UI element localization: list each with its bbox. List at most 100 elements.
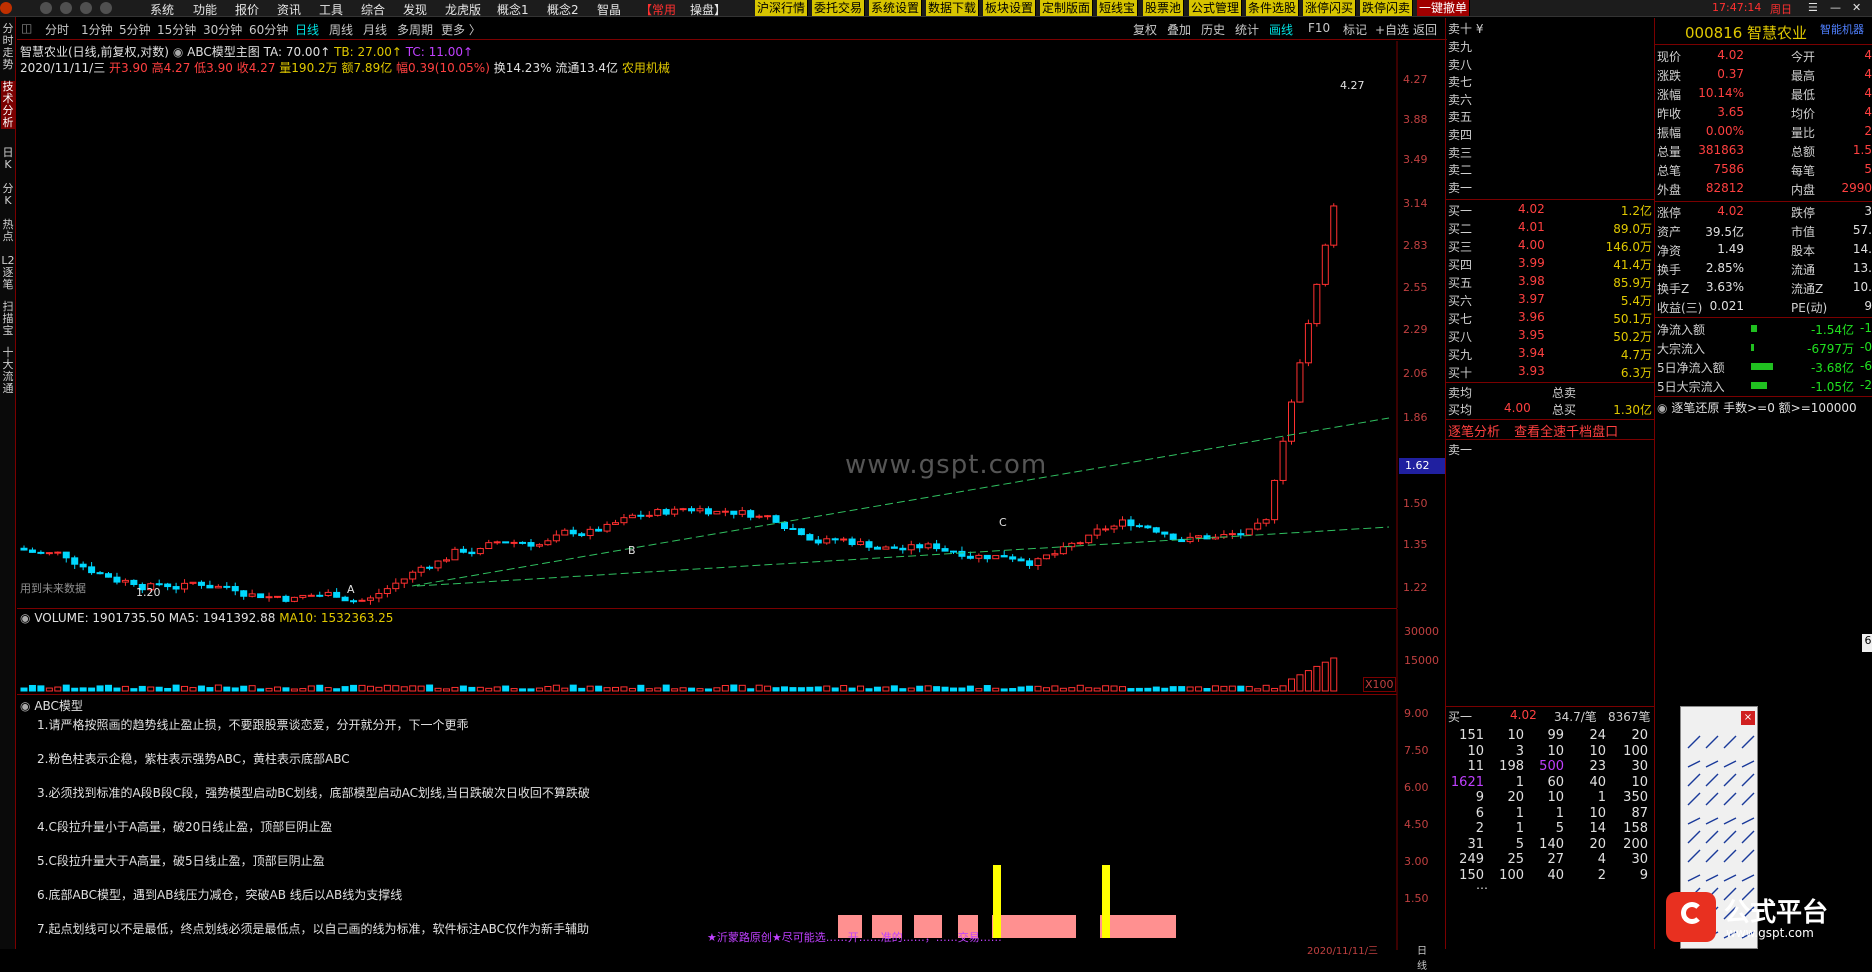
draw-tool-icon	[1723, 792, 1737, 806]
tool-draw[interactable]: 画线	[1269, 21, 1293, 38]
tool-overlay[interactable]: 叠加	[1167, 21, 1191, 38]
btn-formula-manage[interactable]: 公式管理	[1189, 0, 1243, 16]
volume-panel[interactable]: ◉ VOLUME: 1901735.50 MA5: 1941392.88 MA1…	[17, 608, 1439, 695]
menu-dragon-tiger[interactable]: 龙虎版	[445, 1, 481, 18]
layout-icon[interactable]: ◫	[21, 21, 32, 35]
minimize-icon[interactable]: —	[1830, 1, 1841, 14]
btn-cancel-all[interactable]: 一键撤单	[1417, 0, 1471, 16]
tf-weekly[interactable]: 周线	[329, 21, 353, 38]
sell-row[interactable]: 卖五	[1448, 108, 1654, 125]
candle-body	[426, 566, 434, 569]
menu-zhijing[interactable]: 智晶	[597, 1, 621, 18]
tf-monthly[interactable]: 月线	[363, 21, 387, 38]
btn-settings[interactable]: 系统设置	[869, 0, 923, 16]
tool-mark[interactable]: 标记	[1343, 21, 1367, 38]
tab-tick-analysis[interactable]: 逐笔分析	[1448, 425, 1500, 440]
logo-text: 公式平台	[1724, 898, 1829, 928]
menu-function[interactable]: 功能	[193, 1, 217, 18]
toolbox-close-button[interactable]: ×	[1741, 711, 1755, 725]
sell-row[interactable]: 卖二	[1448, 161, 1654, 178]
buy-row[interactable]: 买九 3.94 4.7万	[1448, 346, 1654, 363]
tab-full-depth[interactable]: 查看全速千档盘口	[1514, 425, 1618, 440]
sell-row[interactable]: 卖九	[1448, 38, 1654, 55]
buy-row[interactable]: 买八 3.95 50.2万	[1448, 328, 1654, 345]
volume-bar	[975, 688, 983, 692]
candle-body	[603, 523, 611, 532]
buy-row[interactable]: 买七 3.96 50.1万	[1448, 310, 1654, 327]
btn-limit-down-sell[interactable]: 跌停闪卖	[1360, 0, 1414, 16]
tab-minute-k[interactable]: 分K	[1, 183, 15, 207]
tool-back[interactable]: 返回	[1413, 21, 1437, 38]
tf-multi[interactable]: 多周期	[397, 21, 433, 38]
tab-l2-tick[interactable]: L2逐笔	[1, 255, 15, 291]
menu-general[interactable]: 综合	[361, 1, 385, 18]
sell-row[interactable]: 卖三	[1448, 144, 1654, 161]
nav-back-icon[interactable]	[40, 2, 52, 14]
tf-5min[interactable]: 5分钟	[119, 21, 151, 38]
menu-quote[interactable]: 报价	[235, 1, 259, 18]
tab-intraday[interactable]: 分时走势	[1, 23, 15, 71]
sell-row[interactable]: 卖四	[1448, 126, 1654, 143]
menu-trade-op[interactable]: 操盘】	[690, 1, 726, 18]
btn-stock-pool[interactable]: 股票池	[1143, 0, 1185, 16]
sell-row[interactable]: 卖七	[1448, 73, 1654, 90]
tf-intraday[interactable]: 分时	[45, 21, 69, 38]
close-icon[interactable]: ✕	[1852, 1, 1861, 14]
tf-more[interactable]: 更多 〉	[441, 21, 481, 38]
tool-f10[interactable]: F10	[1308, 21, 1330, 35]
menu-concept2[interactable]: 概念2	[547, 1, 579, 18]
btn-sector-settings[interactable]: 板块设置	[983, 0, 1037, 16]
sell-row[interactable]: 卖八	[1448, 56, 1654, 73]
tool-stats[interactable]: 统计	[1235, 21, 1259, 38]
sell-row[interactable]: 卖一	[1448, 179, 1654, 196]
menu-news[interactable]: 资讯	[277, 1, 301, 18]
nav-down-icon[interactable]	[100, 2, 112, 14]
tf-1min[interactable]: 1分钟	[81, 21, 113, 38]
tab-tech-analysis[interactable]: 技术分析	[1, 81, 15, 129]
buy-row[interactable]: 买十 3.93 6.3万	[1448, 364, 1654, 381]
btn-shortline[interactable]: 短线宝	[1097, 0, 1139, 16]
abc-panel[interactable]: ◉ ABC模型 1.请严格按照画的趋势线止盈止损，不要跟股票谈恋爱，分开就分开，…	[17, 694, 1429, 972]
tf-60min[interactable]: 60分钟	[249, 21, 288, 38]
queue-more[interactable]: …	[1476, 878, 1488, 892]
tick-filter[interactable]: ◉ 逐笔还原 手数>=0 额>=100000	[1657, 399, 1857, 416]
sell-row[interactable]: 卖六	[1448, 91, 1654, 108]
buy-row[interactable]: 买四 3.99 41.4万	[1448, 256, 1654, 273]
nav-forward-icon[interactable]	[60, 2, 72, 14]
tool-history[interactable]: 历史	[1201, 21, 1225, 38]
tab-daily-k[interactable]: 日K	[1, 147, 15, 171]
buy-row[interactable]: 买五 3.98 85.9万	[1448, 274, 1654, 291]
filter-toggle-icon[interactable]: ◉	[1657, 401, 1667, 415]
tf-daily[interactable]: 日线	[295, 21, 319, 38]
btn-condition-select[interactable]: 条件选股	[1246, 0, 1300, 16]
btn-entrust-trade[interactable]: 委托交易	[812, 0, 866, 16]
stock-code-name[interactable]: 000816 智慧农业	[1685, 22, 1807, 43]
concept-tag[interactable]: 智能机器	[1820, 21, 1864, 37]
tab-hotspot[interactable]: 热点	[1, 219, 15, 243]
volume-bar	[485, 687, 493, 692]
app-logo-icon[interactable]	[0, 2, 12, 14]
menu-system[interactable]: 系统	[150, 1, 174, 18]
btn-data-download[interactable]: 数据下载	[926, 0, 980, 16]
tool-add-watch[interactable]: +自选	[1375, 21, 1409, 38]
menu-common[interactable]: 【常用	[640, 1, 676, 18]
tf-15min[interactable]: 15分钟	[157, 21, 196, 38]
menu-tools[interactable]: 工具	[319, 1, 343, 18]
tool-adjust[interactable]: 复权	[1133, 21, 1157, 38]
tf-30min[interactable]: 30分钟	[203, 21, 242, 38]
btn-limit-up-buy[interactable]: 涨停闪买	[1303, 0, 1357, 16]
menu-icon[interactable]: ☰	[1808, 1, 1818, 14]
buy-row[interactable]: 买一 4.02 1.2亿	[1448, 202, 1654, 219]
side-tab[interactable]: 6	[1862, 634, 1872, 652]
candlestick-chart[interactable]	[17, 41, 1445, 608]
btn-custom-layout[interactable]: 定制版面	[1040, 0, 1094, 16]
tab-top10-float[interactable]: 十大流通	[1, 347, 15, 395]
buy-row[interactable]: 买六 3.97 5.4万	[1448, 292, 1654, 309]
menu-discover[interactable]: 发现	[403, 1, 427, 18]
btn-market[interactable]: 沪深行情	[755, 0, 809, 16]
tab-scan[interactable]: 扫描宝	[1, 301, 15, 337]
menu-concept1[interactable]: 概念1	[497, 1, 529, 18]
nav-up-icon[interactable]	[80, 2, 92, 14]
buy-row[interactable]: 买二 4.01 89.0万	[1448, 220, 1654, 237]
buy-row[interactable]: 买三 4.00 146.0万	[1448, 238, 1654, 255]
